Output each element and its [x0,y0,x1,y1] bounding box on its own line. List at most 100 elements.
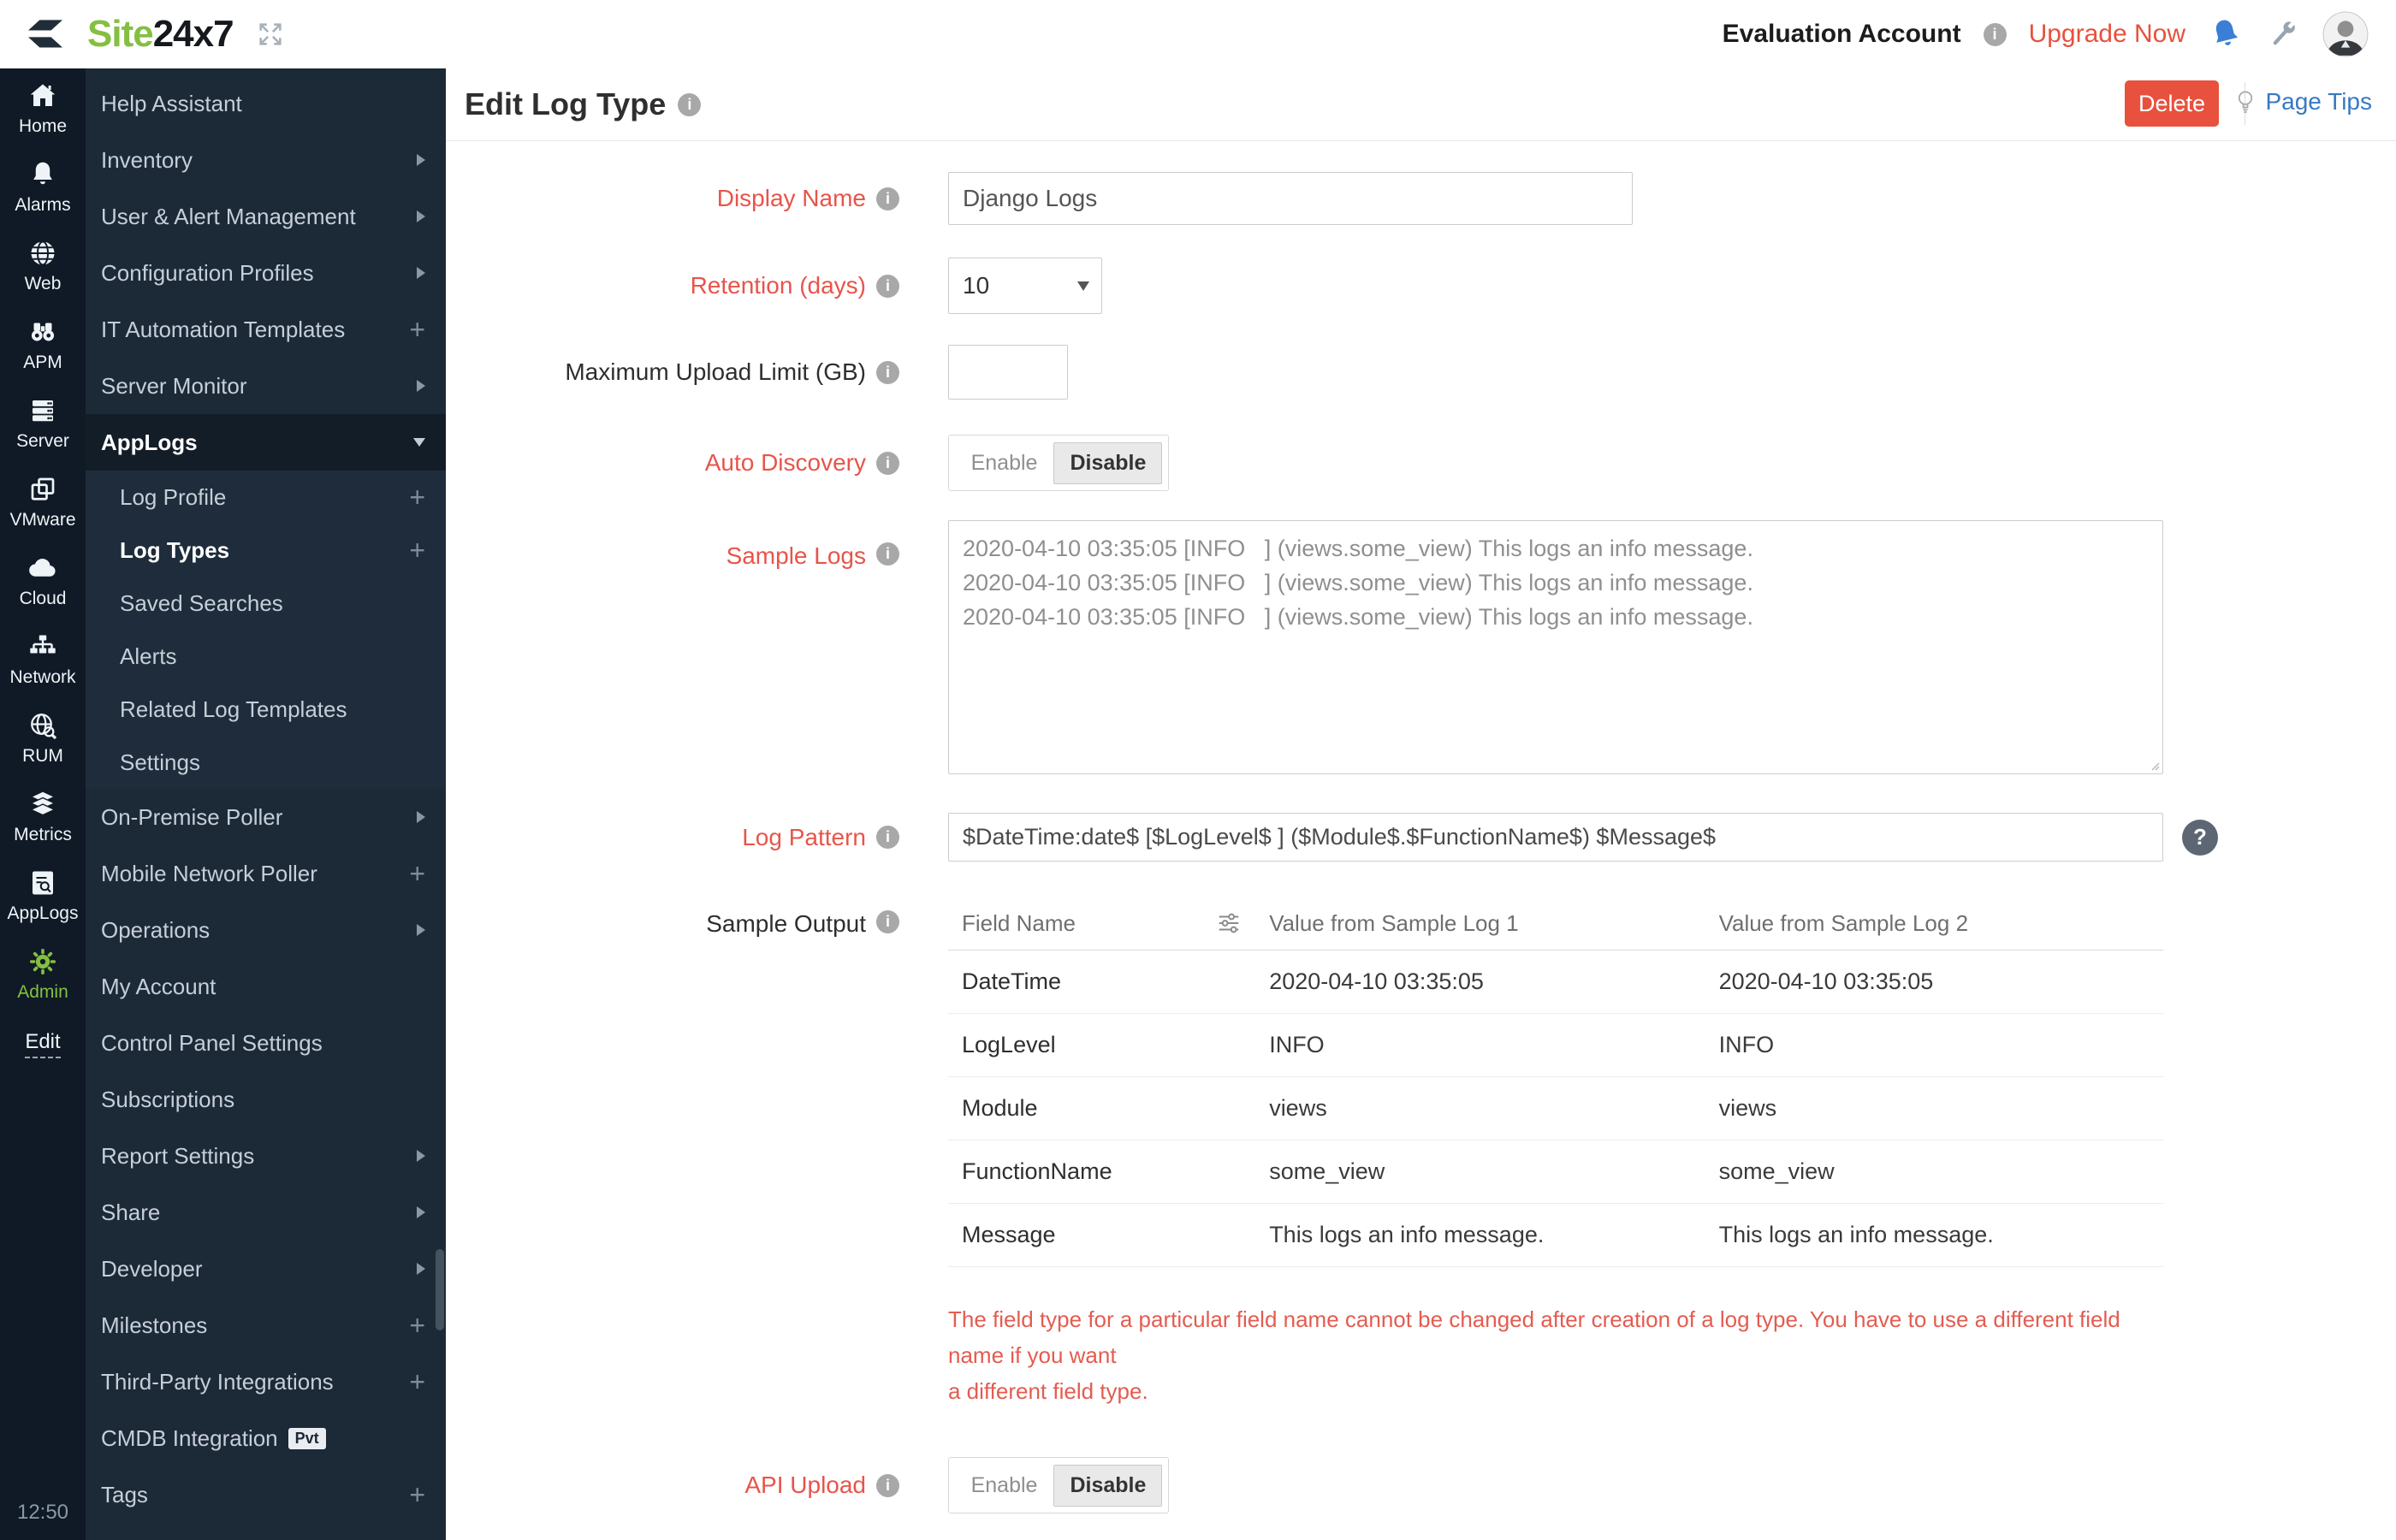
info-icon[interactable]: i [876,451,899,475]
pattern-help-button[interactable]: ? [2182,819,2218,856]
rail-edit-mode[interactable]: Edit [25,1030,61,1058]
expand-icon[interactable] [256,20,285,49]
sidebar-item-operations[interactable]: Operations [86,902,446,958]
sample-log-line: 2020-04-10 03:35:05 [INFO ] (views.some_… [963,536,1753,561]
info-icon[interactable]: i [876,542,899,566]
info-icon[interactable]: i [876,826,899,849]
chevron-right-icon [417,380,425,392]
chevron-right-icon [417,210,425,222]
admin-sidebar: Help Assistant Inventory User & Alert Ma… [86,68,446,1540]
upgrade-now-link[interactable]: Upgrade Now [2029,20,2185,49]
field-type-warning: The field type for a particular field na… [948,1306,2120,1404]
info-icon[interactable]: i [876,274,899,298]
chevron-right-icon [417,1150,425,1162]
sidebar-item-control-panel-settings[interactable]: Control Panel Settings [86,1015,446,1071]
tools-wrench-icon[interactable] [2266,17,2300,51]
plus-icon: + [409,1310,425,1341]
rail-label: Web [24,274,62,293]
sidebar-item-inventory[interactable]: Inventory [86,132,446,188]
page-tips-link[interactable]: Page Tips [2233,87,2372,116]
table-row: FunctionName some_view some_view [948,1140,2163,1204]
info-icon[interactable]: i [678,92,702,116]
sidebar-item-user-alert-management[interactable]: User & Alert Management [86,188,446,245]
retention-select[interactable]: 10 [948,258,1102,314]
info-icon[interactable]: i [876,910,899,933]
sidebar-item-share[interactable]: Share [86,1184,446,1241]
sidebar-item-settings[interactable]: Settings [86,736,446,789]
auto-discovery-row: Auto Discovery i Enable Disable [446,435,2396,491]
info-icon[interactable]: i [876,360,899,384]
sample-output-table: Field Name Value from Sample Log 1 Value… [948,897,2163,1267]
rail-item-server[interactable]: Server [16,395,69,452]
sidebar-item-server-monitor[interactable]: Server Monitor [86,358,446,414]
sidebar-item-applogs[interactable]: AppLogs [86,414,446,471]
plus-icon[interactable]: + [409,536,425,564]
sidebar-item-it-automation-templates[interactable]: IT Automation Templates + [86,301,446,358]
api-upload-disable-option[interactable]: Disable [1053,1464,1163,1507]
info-icon[interactable]: i [876,187,899,210]
sidebar-item-tags[interactable]: Tags + [86,1466,446,1523]
log-pattern-label: Log Pattern [742,823,866,850]
sample-logs-textarea[interactable]: 2020-04-10 03:35:05 [INFO ] (views.some_… [948,520,2163,774]
sidebar-item-subscriptions[interactable]: Subscriptions [86,1071,446,1128]
sidebar-item-log-profile[interactable]: Log Profile + [86,471,446,524]
max-upload-row: Maximum Upload Limit (GB) i [446,345,2396,400]
display-name-input[interactable] [948,172,1633,225]
info-icon[interactable]: i [876,1473,899,1497]
sample-logs-label: Sample Logs [726,542,866,569]
rail-item-applogs[interactable]: AppLogs [7,868,79,924]
rail-label: AppLogs [7,903,79,923]
rail-label: RUM [22,746,63,766]
sidebar-scrollbar-thumb[interactable] [436,1249,444,1330]
rail-item-vmware[interactable]: VMware [9,474,76,530]
sidebar-item-log-types[interactable]: Log Types + [86,524,446,577]
log-pattern-input[interactable]: $DateTime:date$ [$LogLevel$ ] ($Module$.… [948,813,2163,862]
auto-discovery-enable-option[interactable]: Enable [955,442,1054,484]
rail-item-metrics[interactable]: Metrics [14,789,72,845]
resize-handle-icon[interactable] [2147,758,2161,772]
manage-fields-sliders-icon[interactable] [1216,910,1242,936]
max-upload-input[interactable] [948,345,1068,400]
rail-item-cloud[interactable]: Cloud [20,553,66,609]
rail-item-home[interactable]: Home [19,80,67,137]
sidebar-item-saved-searches[interactable]: Saved Searches [86,577,446,630]
rail-item-apm[interactable]: APM [23,317,62,373]
rail-item-network[interactable]: Network [9,631,76,688]
plus-icon[interactable]: + [409,483,425,511]
col-value-log2: Value from Sample Log 2 [1718,909,1969,936]
rail-clock: 12:50 [16,1501,69,1524]
user-avatar[interactable] [2322,11,2369,57]
rail-label: VMware [9,510,76,530]
retention-selected-value: 10 [963,272,990,299]
sidebar-item-developer[interactable]: Developer [86,1241,446,1297]
sidebar-item-milestones[interactable]: Milestones + [86,1297,446,1353]
chevron-right-icon [417,267,425,279]
sidebar-item-related-log-templates[interactable]: Related Log Templates [86,683,446,736]
sidebar-item-configuration-profiles[interactable]: Configuration Profiles [86,245,446,301]
notifications-bell-icon[interactable] [2208,16,2244,52]
chevron-right-icon [417,1263,425,1275]
sidebar-item-report-settings[interactable]: Report Settings [86,1128,446,1184]
api-upload-enable-option[interactable]: Enable [955,1465,1054,1507]
sidebar-item-my-account[interactable]: My Account [86,958,446,1015]
sidebar-item-mobile-network-poller[interactable]: Mobile Network Poller + [86,845,446,902]
sidebar-item-help-assistant[interactable]: Help Assistant [86,75,446,132]
sidebar-item-cmdb-integration[interactable]: CMDB Integration Pvt [86,1410,446,1466]
sidebar-item-alerts[interactable]: Alerts [86,630,446,683]
auto-discovery-disable-option[interactable]: Disable [1053,441,1163,484]
sidebar-item-third-party-integrations[interactable]: Third-Party Integrations + [86,1353,446,1410]
sidebar-item-on-premise-poller[interactable]: On-Premise Poller [86,789,446,845]
metrics-layers-icon [29,791,56,816]
delete-button[interactable]: Delete [2125,80,2219,127]
info-icon[interactable]: i [1983,22,2007,46]
sample-logs-row: Sample Logs i 2020-04-10 03:35:05 [INFO … [446,520,2396,774]
rum-globe-search-icon [31,714,57,740]
rail-item-admin[interactable]: Admin [17,946,68,1003]
top-bar: Site24x7 Evaluation Account i Upgrade No… [0,0,2396,69]
rail-item-rum[interactable]: RUM [22,710,63,767]
sample-output-header: Field Name Value from Sample Log 1 Value… [948,897,2163,951]
brand: Site24x7 [0,13,285,56]
rail-item-web[interactable]: Web [24,238,62,294]
rail-label: Network [9,667,76,687]
rail-item-alarms[interactable]: Alarms [15,159,71,216]
